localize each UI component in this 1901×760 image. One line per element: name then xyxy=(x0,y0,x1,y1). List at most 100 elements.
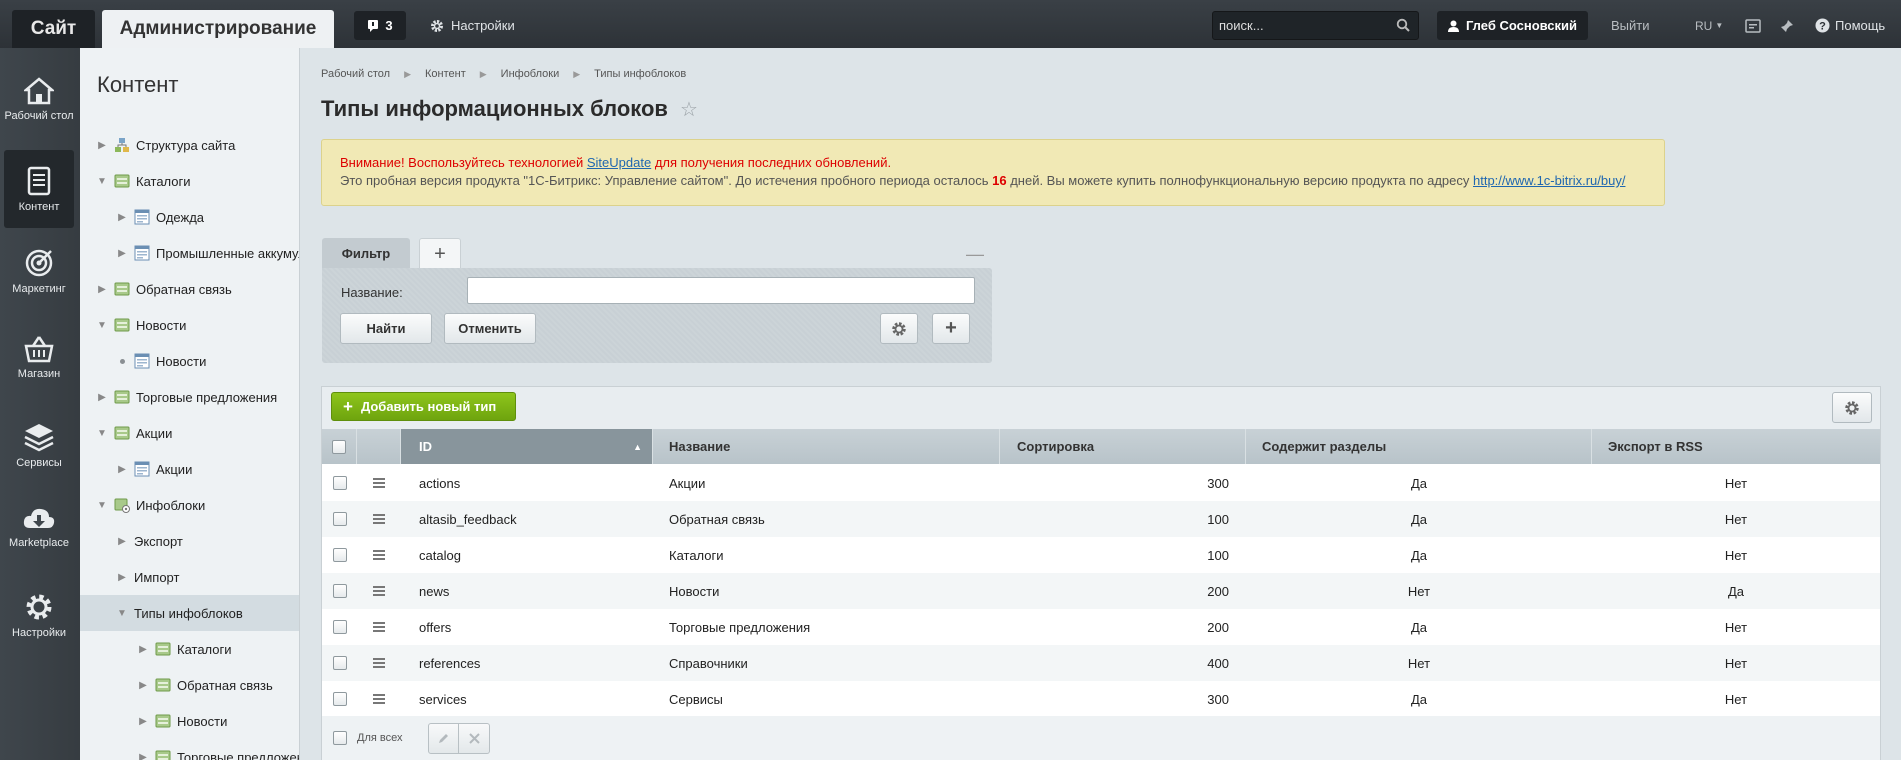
collapse-arrow-icon[interactable]: ▼ xyxy=(97,176,107,187)
grid-settings-button[interactable] xyxy=(1832,392,1872,423)
tree-item-catalogs[interactable]: ▼ Каталоги xyxy=(80,163,299,199)
expand-arrow-icon[interactable]: ▶ xyxy=(97,284,107,295)
tree-item-import[interactable]: ▶ Импорт xyxy=(80,559,299,595)
breadcrumb-item[interactable]: Рабочий стол xyxy=(321,68,390,80)
collapse-arrow-icon[interactable]: ▼ xyxy=(97,500,107,511)
tree-item-feedback[interactable]: ▶ Обратная связь xyxy=(80,271,299,307)
language-selector[interactable]: RU ▼ xyxy=(1695,11,1723,40)
admin-tab[interactable]: Администрирование xyxy=(102,10,334,48)
row-checkbox[interactable] xyxy=(332,692,347,706)
expand-arrow-icon[interactable]: ▶ xyxy=(97,392,107,403)
table-row[interactable]: news Новости 200 Нет Да xyxy=(322,573,1880,609)
search-input[interactable] xyxy=(1213,12,1383,39)
filter-tab[interactable]: Фильтр xyxy=(322,238,410,269)
column-header-rss[interactable]: Экспорт в RSS xyxy=(1592,429,1880,464)
add-filter-button[interactable]: + xyxy=(419,238,461,269)
tree-item-type-offers[interactable]: ▶ Торговые предложения xyxy=(80,739,299,760)
menu-item-shop[interactable]: Магазин xyxy=(4,318,74,396)
settings-button[interactable]: Настройки xyxy=(430,11,515,40)
tree-item-clothes[interactable]: ▶ Одежда xyxy=(80,199,299,235)
expand-arrow-icon[interactable]: ▶ xyxy=(117,212,127,223)
tree-item-iblocks[interactable]: ▼ Инфоблоки xyxy=(80,487,299,523)
menu-item-desktop[interactable]: Рабочий стол xyxy=(4,60,74,138)
expand-arrow-icon[interactable]: ▶ xyxy=(97,140,107,151)
filter-settings-button[interactable] xyxy=(880,313,918,344)
table-row[interactable]: references Справочники 400 Нет Нет xyxy=(322,645,1880,681)
menu-item-settings[interactable]: Настройки xyxy=(4,576,74,654)
table-row[interactable]: services Сервисы 300 Да Нет xyxy=(322,681,1880,717)
hotkeys-button[interactable] xyxy=(1745,11,1761,40)
expand-arrow-icon[interactable]: ▶ xyxy=(117,464,127,475)
table-row[interactable]: catalog Каталоги 100 Да Нет xyxy=(322,537,1880,573)
row-actions-menu-icon[interactable] xyxy=(373,550,385,560)
menu-item-marketplace[interactable]: Marketplace xyxy=(4,488,74,566)
row-checkbox[interactable] xyxy=(332,620,347,634)
menu-item-content[interactable]: Контент xyxy=(4,150,74,228)
tree-item-actions[interactable]: ▶ Акции xyxy=(80,451,299,487)
tree-item-news-type[interactable]: ▼ Новости xyxy=(80,307,299,343)
notifications-button[interactable]: 3 xyxy=(354,11,406,40)
filter-name-input[interactable] xyxy=(467,277,975,304)
minimize-filter-button[interactable]: — xyxy=(966,244,984,265)
row-actions-menu-icon[interactable] xyxy=(373,514,385,524)
tree-item-actions-type[interactable]: ▼ Акции xyxy=(80,415,299,451)
tree-item-iblock-types[interactable]: ▼ Типы инфоблоков xyxy=(80,595,299,631)
row-checkbox[interactable] xyxy=(332,656,347,670)
help-button[interactable]: ? Помощь xyxy=(1815,11,1885,40)
edit-button[interactable] xyxy=(428,722,460,754)
row-actions-menu-icon[interactable] xyxy=(373,622,385,632)
expand-arrow-icon[interactable]: ▶ xyxy=(138,752,148,760)
select-all-checkbox[interactable] xyxy=(332,439,346,454)
buy-link[interactable]: http://www.1c-bitrix.ru/buy/ xyxy=(1473,173,1625,188)
row-checkbox[interactable] xyxy=(332,476,347,490)
tree-item-type-catalogs[interactable]: ▶ Каталоги xyxy=(80,631,299,667)
row-actions-menu-icon[interactable] xyxy=(373,694,385,704)
delete-button[interactable] xyxy=(459,722,491,754)
tree-item-site-structure[interactable]: ▶ Структура сайта xyxy=(80,127,299,163)
for-all-checkbox[interactable] xyxy=(332,731,347,745)
search-icon[interactable] xyxy=(1396,18,1410,32)
tree-item-type-feedback[interactable]: ▶ Обратная связь xyxy=(80,667,299,703)
table-row[interactable]: actions Акции 300 Да Нет xyxy=(322,465,1880,501)
collapse-arrow-icon[interactable]: ▼ xyxy=(97,320,107,331)
expand-arrow-icon[interactable]: ▶ xyxy=(138,680,148,691)
site-tab[interactable]: Сайт xyxy=(12,10,95,48)
menu-item-services[interactable]: Сервисы xyxy=(4,406,74,484)
column-header-sort[interactable]: Сортировка xyxy=(1000,429,1246,464)
row-actions-menu-icon[interactable] xyxy=(373,658,385,668)
expand-arrow-icon[interactable]: ▶ xyxy=(138,644,148,655)
tree-item-offers[interactable]: ▶ Торговые предложения xyxy=(80,379,299,415)
tree-item-batteries[interactable]: ▶ Промышленные аккумуляторы xyxy=(80,235,299,271)
menu-item-marketing[interactable]: Маркетинг xyxy=(4,232,74,310)
add-field-button[interactable]: + xyxy=(932,313,970,344)
column-header-name[interactable]: Название xyxy=(653,429,1000,464)
column-header-sections[interactable]: Содержит разделы xyxy=(1246,429,1592,464)
column-header-id[interactable]: ID ▲ xyxy=(401,429,653,464)
find-button[interactable]: Найти xyxy=(340,313,432,344)
cancel-button[interactable]: Отменить xyxy=(444,313,536,344)
collapse-arrow-icon[interactable]: ▼ xyxy=(97,428,107,439)
add-new-type-button[interactable]: + Добавить новый тип xyxy=(331,392,516,421)
expand-arrow-icon[interactable]: ▶ xyxy=(138,716,148,727)
expand-arrow-icon[interactable]: ▶ xyxy=(117,572,127,583)
tree-item-export[interactable]: ▶ Экспорт xyxy=(80,523,299,559)
table-row[interactable]: altasib_feedback Обратная связь 100 Да Нет xyxy=(322,501,1880,537)
collapse-arrow-icon[interactable]: ▼ xyxy=(117,608,127,619)
tree-item-news[interactable]: Новости xyxy=(80,343,299,379)
row-checkbox[interactable] xyxy=(332,584,347,598)
expand-arrow-icon[interactable]: ▶ xyxy=(117,248,127,259)
row-actions-menu-icon[interactable] xyxy=(373,478,385,488)
row-checkbox[interactable] xyxy=(332,548,347,562)
breadcrumb-item[interactable]: Контент xyxy=(425,68,466,80)
favorite-star-icon[interactable]: ☆ xyxy=(680,97,698,122)
breadcrumb-item[interactable]: Инфоблоки xyxy=(501,68,560,80)
pin-button[interactable] xyxy=(1780,11,1794,40)
row-checkbox[interactable] xyxy=(332,512,347,526)
siteupdate-link[interactable]: SiteUpdate xyxy=(587,155,651,170)
tree-item-type-news[interactable]: ▶ Новости xyxy=(80,703,299,739)
row-actions-menu-icon[interactable] xyxy=(373,586,385,596)
logout-link[interactable]: Выйти xyxy=(1611,11,1650,40)
table-row[interactable]: offers Торговые предложения 200 Да Нет xyxy=(322,609,1880,645)
expand-arrow-icon[interactable]: ▶ xyxy=(117,536,127,547)
user-menu-button[interactable]: Глеб Сосновский xyxy=(1437,11,1588,40)
